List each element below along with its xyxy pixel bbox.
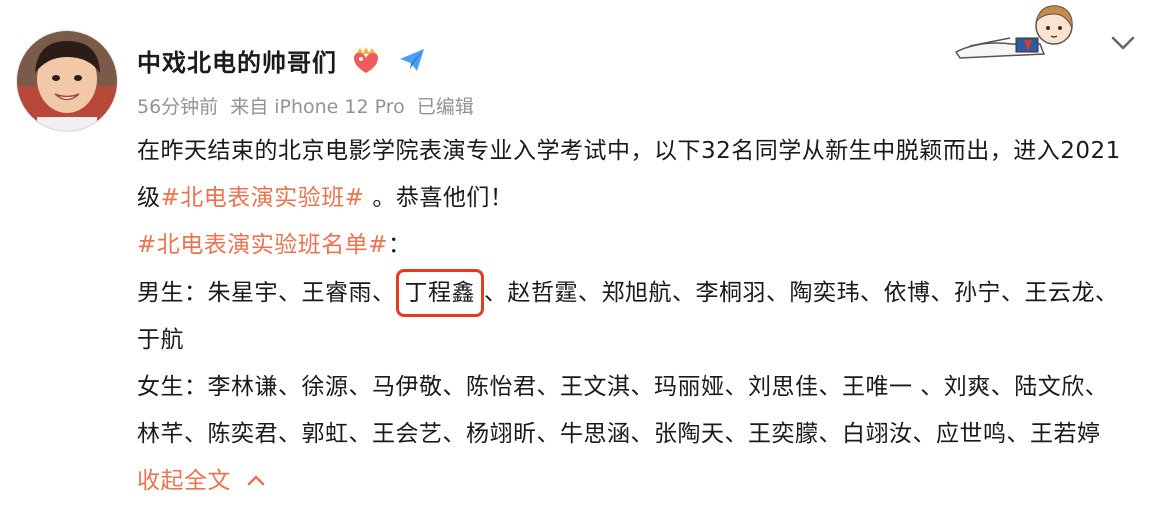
paragraph-list-header: #北电表演实验班名单#：: [137, 222, 1127, 269]
intro-end-text: 。恭喜他们！: [364, 185, 514, 211]
author-name[interactable]: 中戏北电的帅哥们: [137, 43, 337, 78]
chevron-up-icon[interactable]: [245, 458, 267, 505]
post-time[interactable]: 56分钟前: [137, 92, 218, 119]
paper-plane-icon[interactable]: [395, 43, 429, 77]
author-row: 中戏北电的帅哥们: [137, 40, 429, 80]
sticker-illustration: [950, 0, 1080, 62]
paragraph-boys: 男生：朱星宇、王睿雨、 丁程鑫 、赵哲霆、郑旭航、李桐羽、陶奕玮、依博、孙宁、王云龙…: [137, 269, 1127, 364]
chevron-down-icon[interactable]: [1106, 30, 1140, 56]
crown-heart-icon[interactable]: [349, 43, 383, 77]
highlighted-name: 丁程鑫: [395, 269, 484, 317]
list-header-end: ：: [388, 232, 412, 258]
post-source: 来自 iPhone 12 Pro: [230, 95, 405, 118]
hashtag-list-link[interactable]: #北电表演实验班名单#: [137, 232, 388, 258]
avatar[interactable]: [16, 30, 118, 132]
girls-list: 女生：李林谦、徐源、马伊敬、陈怡君、王文淇、玛丽娅、刘思佳、王唯一 、刘爽、陆文…: [137, 374, 1109, 447]
edited-label[interactable]: 已编辑: [417, 92, 474, 119]
hashtag-link[interactable]: #北电表演实验班#: [161, 185, 365, 211]
paragraph-intro: 在昨天结束的北京电影学院表演专业入学考试中，以下32名同学从新生中脱颖而出，进入…: [137, 128, 1127, 222]
boys-list-start: 男生：朱星宇、王睿雨、: [137, 280, 396, 306]
avatar-image: [17, 31, 117, 131]
collapse-link[interactable]: 收起全文: [137, 468, 231, 494]
paragraph-girls: 女生：李林谦、徐源、马伊敬、陈怡君、王文淇、玛丽娅、刘思佳、王唯一 、刘爽、陆文…: [137, 364, 1127, 505]
post-meta: 56分钟前 来自 iPhone 12 Pro 已编辑: [137, 88, 474, 122]
post-content: 在昨天结束的北京电影学院表演专业入学考试中，以下32名同学从新生中脱颖而出，进入…: [137, 128, 1127, 505]
